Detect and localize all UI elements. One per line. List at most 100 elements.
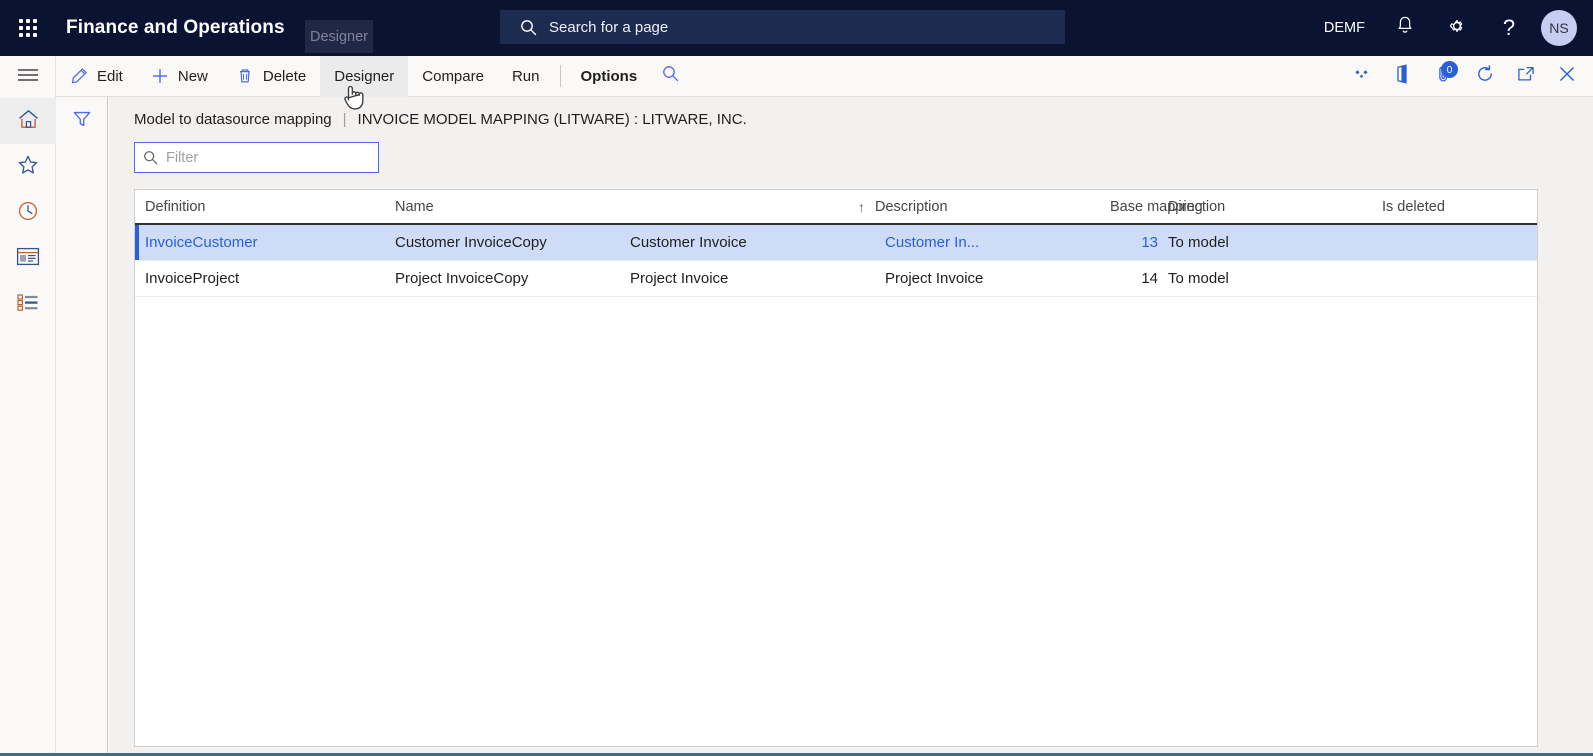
run-button-label: Run bbox=[511, 67, 540, 85]
compare-button-label: Compare bbox=[422, 67, 484, 85]
cell-direction-number: 13 bbox=[1100, 224, 1158, 261]
column-header-name[interactable]: Name bbox=[385, 190, 630, 225]
modules-list-icon bbox=[16, 293, 40, 317]
avatar[interactable]: NS bbox=[1541, 10, 1577, 46]
edit-button-label: Edit bbox=[97, 67, 123, 85]
action-pane-right-icons: 0 bbox=[1341, 56, 1587, 97]
toolbar-divider bbox=[559, 65, 561, 87]
column-sort-indicator-name[interactable]: ↑ bbox=[630, 190, 875, 225]
filter-panel-strip bbox=[56, 97, 108, 756]
waffle-grid-icon bbox=[19, 19, 37, 37]
sidebar-item-favorites[interactable] bbox=[0, 144, 56, 190]
app-header: Finance and Operations Designer Search f… bbox=[0, 0, 1593, 56]
cell-is-deleted bbox=[1358, 260, 1537, 297]
new-button[interactable]: New bbox=[137, 56, 222, 97]
designer-button[interactable]: Designer bbox=[320, 55, 409, 97]
data-grid: Definition Name ↑ Description Base mappi… bbox=[134, 189, 1538, 747]
close-button[interactable] bbox=[1546, 56, 1587, 97]
global-search-box[interactable]: Search for a page bbox=[500, 10, 1065, 44]
column-header-definition-label: Definition bbox=[145, 198, 206, 215]
run-button[interactable]: Run bbox=[498, 56, 554, 97]
cell-description: Customer Invoice bbox=[630, 224, 875, 261]
sort-ascending-icon: ↑ bbox=[858, 198, 865, 215]
options-button[interactable]: Options bbox=[567, 56, 652, 97]
office-apps-icon bbox=[1395, 64, 1411, 89]
cell-base-mapping[interactable]: Customer In... bbox=[875, 224, 1100, 261]
table-row[interactable]: InvoiceCustomer Customer InvoiceCopy Cus… bbox=[135, 224, 1537, 261]
column-header-is-deleted-label: Is deleted bbox=[1382, 198, 1445, 215]
column-header-definition[interactable]: Definition bbox=[135, 190, 385, 225]
home-icon bbox=[17, 108, 40, 135]
delete-button-label: Delete bbox=[262, 67, 307, 85]
workspace-icon bbox=[16, 247, 40, 271]
column-header-description[interactable]: Description bbox=[875, 190, 1100, 225]
compare-button[interactable]: Compare bbox=[408, 56, 498, 97]
relationships-button[interactable] bbox=[1341, 56, 1382, 97]
cell-direction: To model bbox=[1158, 224, 1358, 261]
popout-button[interactable] bbox=[1505, 56, 1546, 97]
column-header-name-label: Name bbox=[395, 198, 434, 215]
star-icon bbox=[17, 154, 39, 181]
plus-icon bbox=[151, 67, 169, 85]
cell-name: Project InvoiceCopy bbox=[385, 260, 630, 297]
header-right-group: DEMF ? NS bbox=[1310, 0, 1593, 56]
column-header-base-mapping[interactable]: Base mapping bbox=[1100, 190, 1203, 225]
bell-icon bbox=[1395, 15, 1415, 41]
new-button-label: New bbox=[177, 67, 208, 85]
main-content: Model to datasource mapping | INVOICE MO… bbox=[109, 97, 1593, 756]
attachments-button[interactable]: 0 bbox=[1423, 56, 1464, 97]
popout-icon bbox=[1516, 65, 1536, 88]
company-selector[interactable]: DEMF bbox=[1310, 20, 1379, 36]
cell-description: Project Invoice bbox=[630, 260, 875, 297]
refresh-button[interactable] bbox=[1464, 56, 1505, 97]
column-header-is-deleted[interactable]: Is deleted bbox=[1358, 190, 1537, 225]
filter-input[interactable]: Filter bbox=[134, 142, 379, 173]
column-header-description-label: Description bbox=[875, 198, 948, 215]
page-subtitle: INVOICE MODEL MAPPING (LITWARE) : LITWAR… bbox=[357, 111, 747, 128]
cell-direction: To model bbox=[1158, 260, 1358, 297]
cell-definition[interactable]: InvoiceProject bbox=[135, 260, 385, 297]
designer-tooltip: Designer bbox=[305, 20, 373, 53]
options-button-label: Options bbox=[580, 67, 638, 85]
notifications-button[interactable] bbox=[1379, 0, 1431, 56]
search-icon bbox=[520, 19, 537, 36]
attachments-badge: 0 bbox=[1441, 61, 1458, 78]
grid-header-row: Definition Name ↑ Description Base mappi… bbox=[135, 190, 1537, 225]
help-button[interactable]: ? bbox=[1483, 0, 1535, 56]
refresh-icon bbox=[1475, 64, 1495, 89]
sidebar-item-workspaces[interactable] bbox=[0, 236, 56, 282]
sidebar-item-modules[interactable] bbox=[0, 282, 56, 328]
sidebar-item-home[interactable] bbox=[0, 98, 56, 144]
gear-icon bbox=[1446, 15, 1468, 42]
toolbar-search-button[interactable] bbox=[651, 56, 689, 97]
delete-button[interactable]: Delete bbox=[222, 56, 320, 97]
pencil-icon bbox=[70, 67, 88, 85]
cell-is-deleted bbox=[1358, 224, 1537, 261]
global-search-placeholder: Search for a page bbox=[549, 18, 669, 36]
designer-button-label: Designer bbox=[334, 67, 395, 85]
hamburger-icon bbox=[17, 67, 39, 88]
settings-button[interactable] bbox=[1431, 0, 1483, 56]
cell-base-mapping: Project Invoice bbox=[875, 260, 1100, 297]
filter-input-placeholder: Filter bbox=[166, 149, 199, 166]
clock-icon bbox=[17, 200, 39, 227]
office-apps-button[interactable] bbox=[1382, 56, 1423, 97]
app-title: Finance and Operations bbox=[66, 17, 285, 38]
trash-icon bbox=[236, 67, 254, 85]
navigation-rail bbox=[0, 56, 56, 756]
caption-separator: | bbox=[342, 111, 347, 128]
waffle-menu-button[interactable] bbox=[0, 0, 56, 56]
close-icon bbox=[1557, 64, 1577, 89]
sidebar-item-recent[interactable] bbox=[0, 190, 56, 236]
filter-row: Filter bbox=[109, 128, 1593, 173]
table-row[interactable]: InvoiceProject Project InvoiceCopy Proje… bbox=[135, 260, 1537, 297]
filter-funnel-button[interactable] bbox=[56, 97, 108, 145]
edit-button[interactable]: Edit bbox=[56, 56, 137, 97]
column-header-direction-label: Direction bbox=[1168, 198, 1226, 215]
filter-funnel-icon bbox=[72, 109, 92, 134]
search-icon bbox=[662, 65, 679, 87]
action-pane-buttons: Edit New Delete Designer Compare Run Opt… bbox=[56, 55, 689, 97]
sidebar-item-hamburger-menu[interactable] bbox=[0, 56, 56, 98]
column-header-direction[interactable]: Direction bbox=[1158, 190, 1358, 225]
cell-definition[interactable]: InvoiceCustomer bbox=[135, 224, 385, 261]
